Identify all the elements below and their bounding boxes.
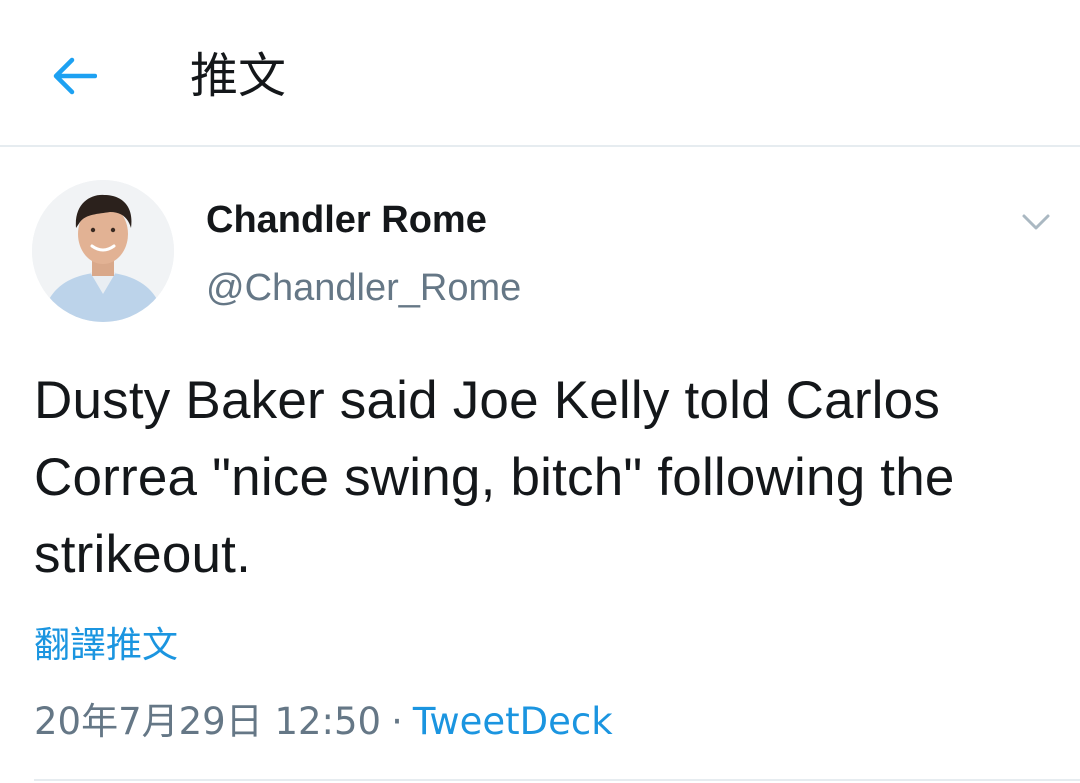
top-bar: 推文 (0, 0, 1080, 147)
chevron-down-icon (1022, 214, 1050, 230)
translate-tweet-link[interactable]: 翻譯推文 (34, 622, 178, 670)
separator: · (391, 700, 403, 743)
tweet-meta: 20年7月29日 12:50 · TweetDeck (34, 698, 613, 746)
tweet-menu-button[interactable] (1014, 200, 1058, 244)
author-display-name[interactable]: Chandler Rome (206, 196, 487, 244)
tweet-text: Dusty Baker said Joe Kelly told Carlos C… (34, 371, 955, 584)
avatar[interactable] (32, 180, 174, 322)
page-title: 推文 (190, 48, 287, 104)
arrow-left-icon (53, 57, 97, 95)
author-handle[interactable]: @Chandler_Rome (206, 264, 521, 312)
profile-photo (32, 180, 174, 322)
timestamp[interactable]: 20年7月29日 12:50 (34, 700, 381, 743)
source-link[interactable]: TweetDeck (413, 700, 613, 743)
back-button[interactable] (44, 48, 104, 104)
divider (34, 779, 1080, 781)
